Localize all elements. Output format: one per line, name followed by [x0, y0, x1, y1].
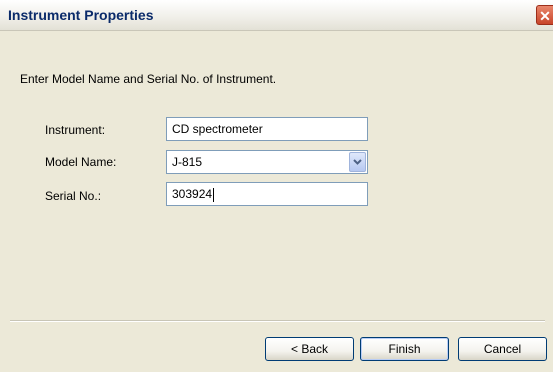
close-icon: ✕: [539, 8, 551, 24]
close-button[interactable]: ✕: [536, 5, 553, 25]
instrument-value: CD spectrometer: [172, 122, 263, 136]
serial-no-field[interactable]: 303924: [166, 182, 368, 206]
button-separator: [10, 320, 545, 322]
dialog-title: Instrument Properties: [8, 7, 154, 23]
cancel-button[interactable]: Cancel: [458, 337, 547, 361]
back-button[interactable]: < Back: [265, 337, 354, 361]
instrument-field[interactable]: CD spectrometer: [166, 117, 368, 141]
model-name-dropdown-button[interactable]: [349, 152, 366, 172]
instrument-label: Instrument:: [45, 123, 106, 137]
serial-no-value: 303924: [172, 187, 213, 201]
finish-button[interactable]: Finish: [360, 337, 449, 361]
instruction-text: Enter Model Name and Serial No. of Instr…: [20, 72, 277, 86]
instrument-properties-dialog: Instrument Properties ✕ Enter Model Name…: [0, 0, 553, 372]
text-cursor: [213, 187, 215, 202]
model-name-label: Model Name:: [45, 155, 117, 169]
chevron-down-icon: [353, 159, 362, 165]
title-bar: Instrument Properties ✕: [0, 0, 553, 31]
serial-no-label: Serial No.:: [45, 189, 102, 203]
model-name-value: J-815: [172, 155, 203, 169]
model-name-combobox[interactable]: J-815: [166, 150, 368, 174]
